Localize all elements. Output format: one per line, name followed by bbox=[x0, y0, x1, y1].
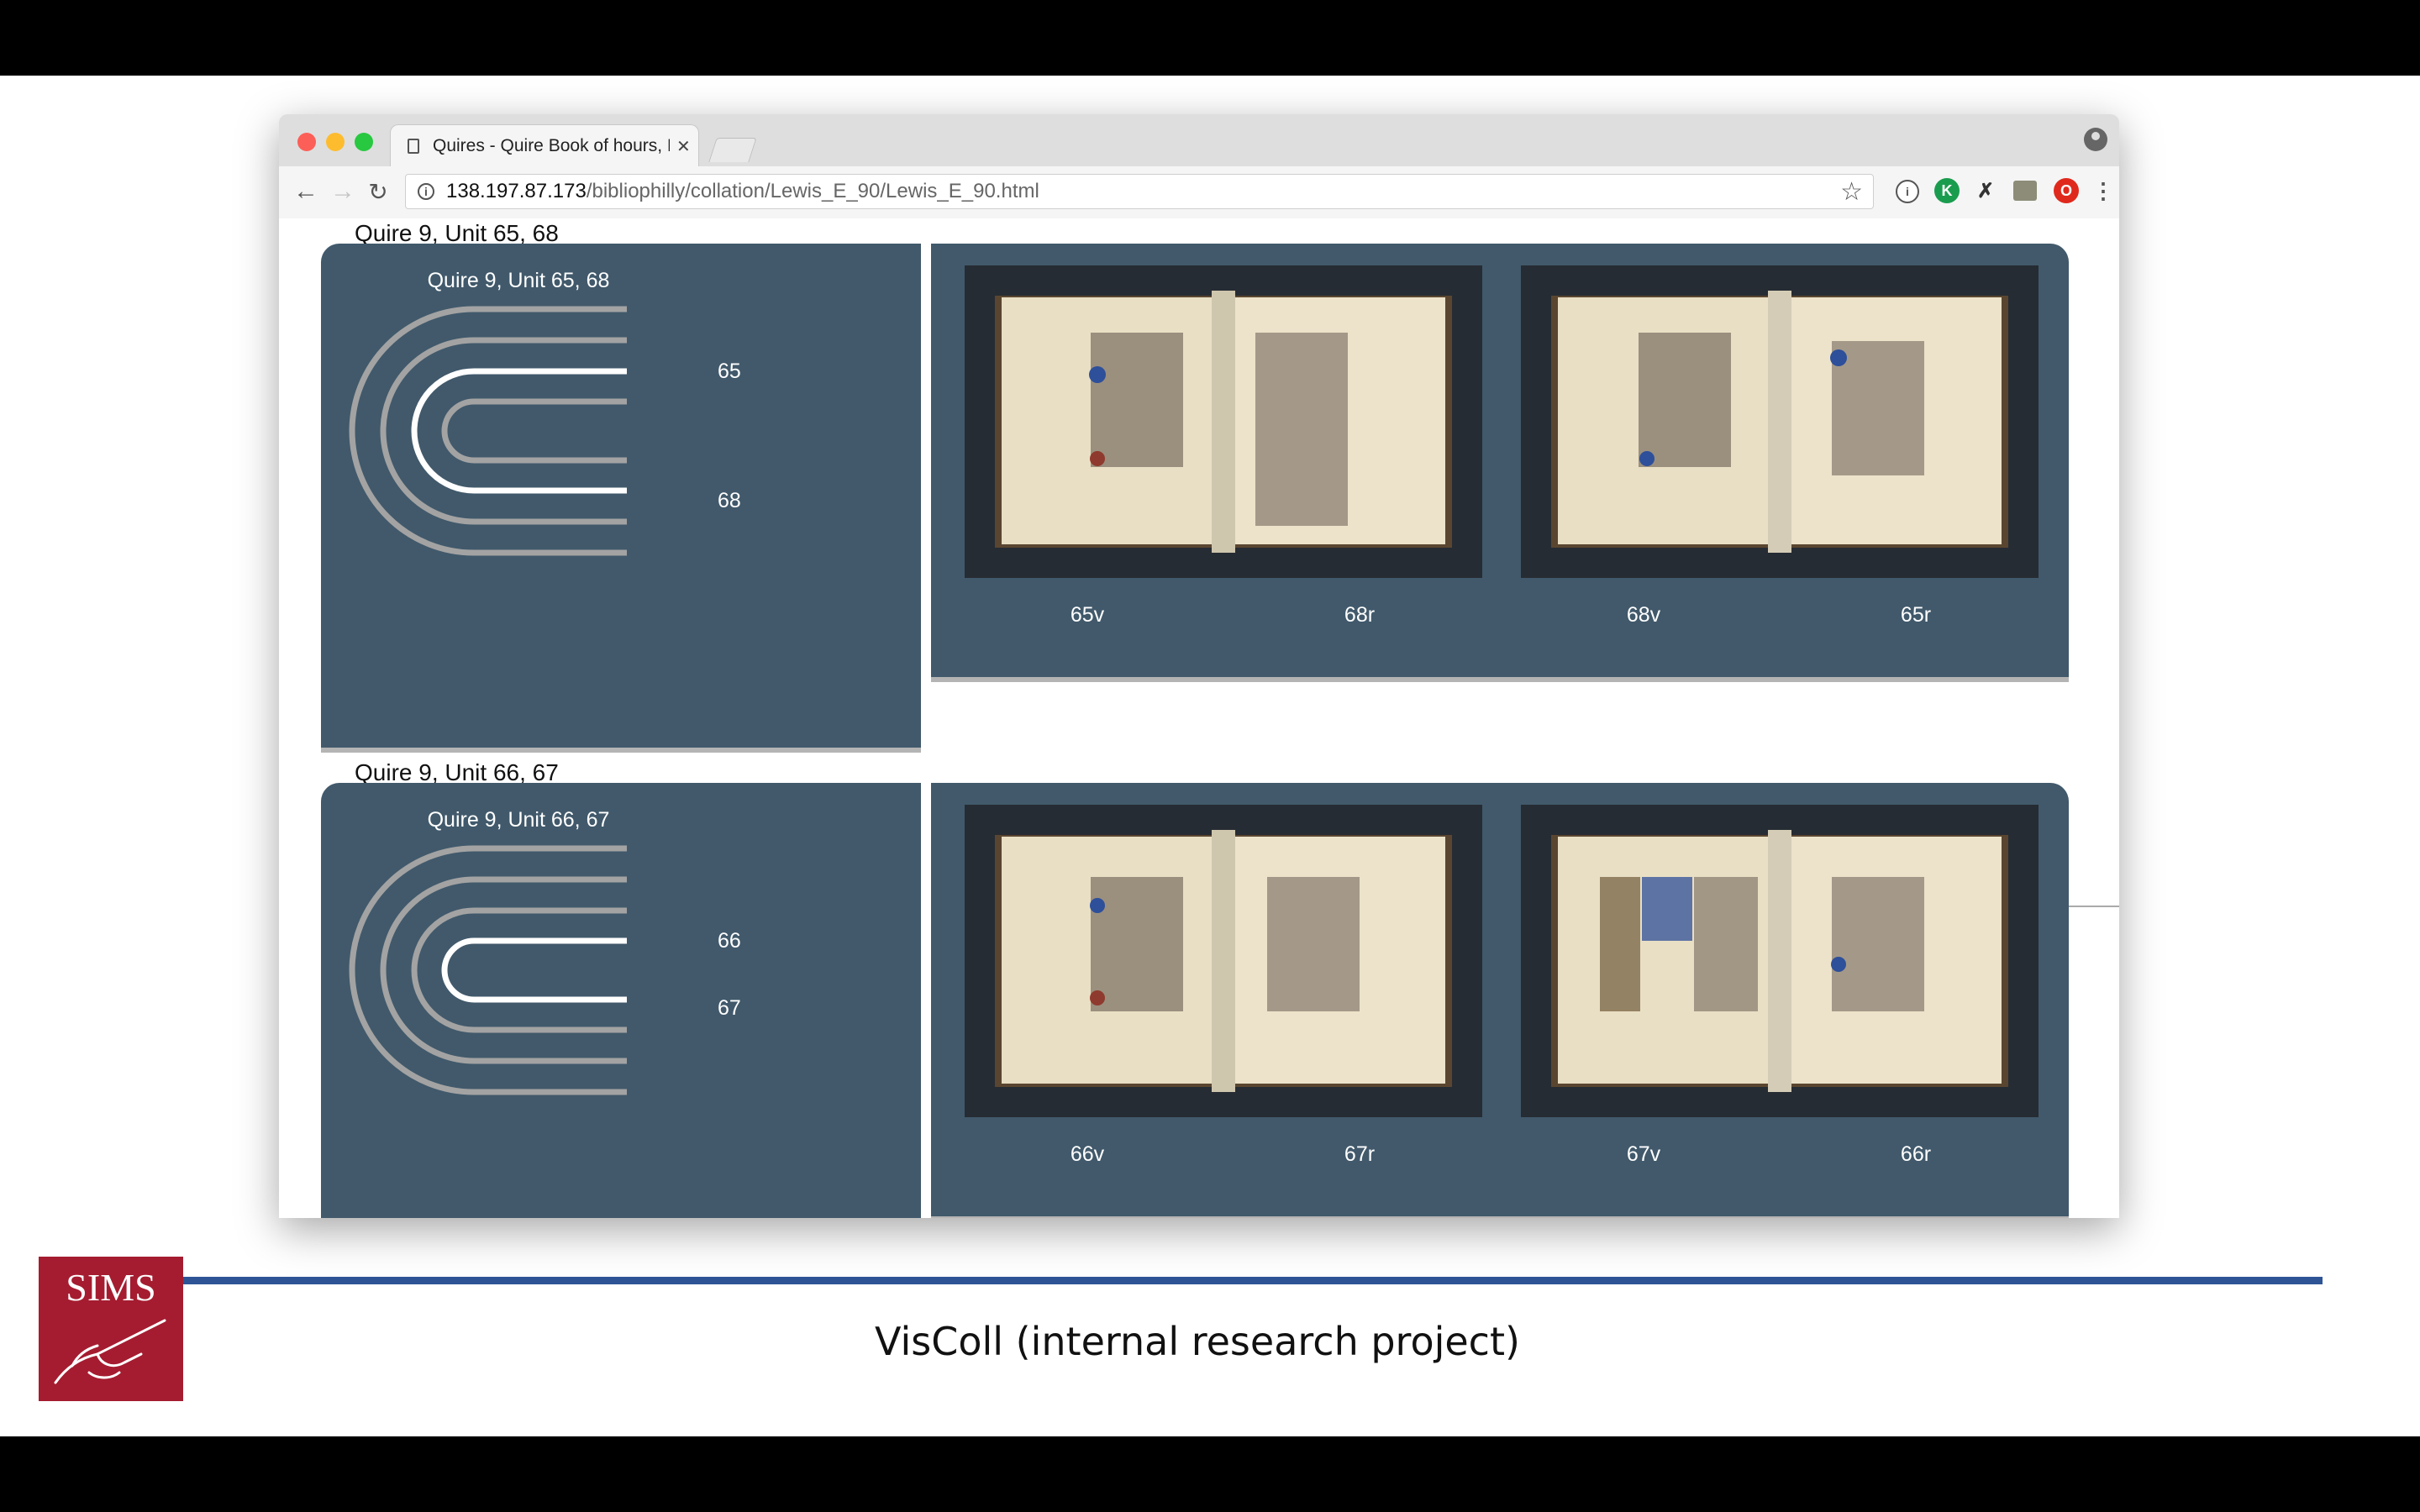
browser-toolbar: ← → ↻ i 138.197.87.173/bibliophilly/coll… bbox=[279, 166, 2119, 219]
tab-strip: Quires - Quire Book of hours, L ✕ bbox=[279, 114, 2119, 167]
extension-tool-icon[interactable]: ✗ bbox=[1973, 178, 1998, 203]
browser-menu-icon[interactable]: ⋮ bbox=[2091, 178, 2116, 203]
back-arrow-icon[interactable]: ← bbox=[291, 175, 321, 208]
document-icon bbox=[408, 139, 419, 154]
extension-green-icon[interactable]: K bbox=[1934, 178, 1960, 203]
leaf-label: 68 bbox=[718, 489, 741, 512]
spread-image[interactable] bbox=[965, 265, 1482, 578]
url-path: /bibliophilly/collation/Lewis_E_90/Lewis… bbox=[586, 180, 1039, 202]
forward-arrow-icon[interactable]: → bbox=[328, 175, 358, 208]
folio-label: 65r bbox=[1900, 603, 1932, 627]
folio-label: 68r bbox=[1344, 603, 1376, 627]
leaf-label: 66 bbox=[718, 929, 741, 953]
collation-diagram-panel: Quire 9, Unit 66, 67 66 67 bbox=[321, 783, 921, 1218]
diagram-title: Quire 9, Unit 65, 68 bbox=[427, 269, 610, 292]
diagram-title: Quire 9, Unit 66, 67 bbox=[427, 808, 610, 832]
extension-image-icon[interactable] bbox=[2013, 181, 2037, 201]
folio-label: 65v bbox=[1070, 603, 1105, 627]
new-tab-button[interactable] bbox=[708, 138, 757, 162]
bookmark-star-icon[interactable]: ☆ bbox=[1840, 177, 1863, 207]
folio-label: 68v bbox=[1626, 603, 1661, 627]
collation-diagram-panel: Quire 9, Unit 65, 68 65 68 bbox=[321, 244, 921, 753]
folio-label: 66v bbox=[1070, 1142, 1105, 1166]
close-tab-icon[interactable]: ✕ bbox=[676, 136, 691, 157]
reload-icon[interactable]: ↻ bbox=[363, 175, 393, 208]
quire-diagram bbox=[349, 845, 627, 1095]
leaf-label: 65 bbox=[718, 360, 741, 383]
title-rule bbox=[183, 1277, 2323, 1284]
folio-images-panel: 65v 68r 68v 65r bbox=[931, 244, 2069, 682]
leaf-arc bbox=[349, 845, 627, 1095]
address-bar[interactable]: i 138.197.87.173/bibliophilly/collation/… bbox=[405, 174, 1874, 209]
divider-line bbox=[2069, 906, 2119, 907]
url-host: 138.197.87.173 bbox=[446, 180, 587, 202]
leaf-arc bbox=[380, 876, 627, 1064]
slide-caption: VisColl (internal research project) bbox=[875, 1319, 1520, 1364]
presentation-slide: Quires - Quire Book of hours, L ✕ ← → ↻ … bbox=[0, 76, 2420, 1436]
leaf-label: 67 bbox=[718, 996, 741, 1020]
spread-image[interactable] bbox=[1521, 805, 2039, 1117]
page-content: Quire 9, Unit 65, 68 Quire 9, Unit 65, 6… bbox=[279, 218, 2119, 1218]
folio-images-panel: 66v 67r 67v 66r bbox=[931, 783, 2069, 1218]
extension-info-icon[interactable]: i bbox=[1896, 180, 1919, 203]
leaf-arc bbox=[349, 306, 627, 556]
leaf-arc bbox=[380, 337, 627, 525]
minimize-window-button[interactable] bbox=[326, 133, 345, 151]
spread-image[interactable] bbox=[965, 805, 1482, 1117]
extension-red-icon[interactable]: O bbox=[2054, 178, 2079, 203]
browser-window: Quires - Quire Book of hours, L ✕ ← → ↻ … bbox=[279, 114, 2119, 1218]
leaf-arc-highlight bbox=[441, 937, 627, 1003]
folio-label: 67r bbox=[1344, 1142, 1376, 1166]
spread-image[interactable] bbox=[1521, 265, 2039, 578]
browser-tab[interactable]: Quires - Quire Book of hours, L ✕ bbox=[390, 124, 699, 167]
folio-label: 67v bbox=[1626, 1142, 1661, 1166]
leaf-arc bbox=[441, 398, 627, 464]
maximize-window-button[interactable] bbox=[355, 133, 373, 151]
info-icon[interactable]: i bbox=[418, 183, 434, 200]
tab-title: Quires - Quire Book of hours, L bbox=[433, 136, 670, 155]
profile-icon[interactable] bbox=[2084, 128, 2107, 151]
quire-diagram bbox=[349, 306, 627, 556]
folio-label: 66r bbox=[1900, 1142, 1932, 1166]
close-window-button[interactable] bbox=[297, 133, 316, 151]
